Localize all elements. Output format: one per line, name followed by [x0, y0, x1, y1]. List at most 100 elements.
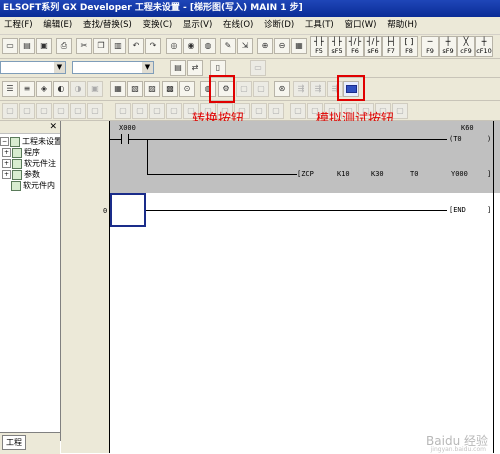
ladder-editor[interactable]: X000 K60 (T0 ) [ZCP K10 K30 T0 Y000 ] 0 … [61, 121, 500, 453]
device-search-icon[interactable]: ⊙ [179, 81, 195, 97]
menu-help[interactable]: 帮助(H) [383, 17, 421, 34]
check-program-icon[interactable]: ▢ [253, 81, 269, 97]
fkey-cf10[interactable]: ┼ cF10 [475, 36, 493, 57]
note-icon[interactable]: ▨ [144, 81, 160, 97]
menu-project[interactable]: 工程(F) [0, 17, 37, 34]
fkey-f7[interactable]: ├┤ F7 [382, 36, 400, 57]
operand-2: K30 [371, 170, 384, 178]
menu-diagnostics[interactable]: 诊断(D) [260, 17, 298, 34]
find-step-icon[interactable]: ◍ [200, 38, 216, 54]
redo-icon[interactable]: ↷ [145, 38, 161, 54]
edit-icon-16[interactable]: ▢ [268, 103, 284, 119]
tree-item-device-memory[interactable]: 软元件内 [0, 180, 60, 191]
read-plc-icon[interactable]: ⇲ [237, 38, 253, 54]
edit-icon-7[interactable]: ▢ [115, 103, 131, 119]
cut-icon[interactable]: ✂ [76, 38, 92, 54]
monitor-write-icon[interactable]: ▣ [87, 81, 103, 97]
fkey-f8[interactable]: [ ] F8 [400, 36, 418, 57]
project-panel-header: ✕ [0, 121, 60, 134]
chevron-down-icon: ▼ [54, 62, 65, 73]
step-gutter [61, 121, 109, 453]
edit-icon-10[interactable]: ▢ [166, 103, 182, 119]
program-list-icon[interactable]: ▤ [170, 60, 186, 76]
sequence-icon[interactable]: ⇶ [293, 81, 309, 97]
zoom-out-icon[interactable]: ⊖ [274, 38, 290, 54]
ladder-view-icon[interactable]: ☰ [2, 81, 18, 97]
fkey-f5[interactable]: ┤├ F5 [310, 36, 328, 57]
find-instruction-icon[interactable]: ◉ [183, 38, 199, 54]
fkey-cf9[interactable]: ╳ cF9 [457, 36, 475, 57]
step-jump-icon[interactable]: ⇄ [187, 60, 203, 76]
list-view-icon[interactable]: ≡ [19, 81, 35, 97]
tree-item-device-comment[interactable]: + 软元件注 [0, 158, 60, 169]
menu-online[interactable]: 在线(O) [219, 17, 257, 34]
collapse-icon[interactable]: − [0, 137, 9, 146]
expand-icon[interactable]: + [2, 170, 11, 179]
copy-icon[interactable]: ❐ [93, 38, 109, 54]
step-number: 0 [103, 207, 108, 215]
comment-icon[interactable]: ▯ [210, 60, 226, 76]
edit-icon-2[interactable]: ▢ [19, 103, 35, 119]
edit-icon-17[interactable]: ▢ [290, 103, 306, 119]
window-icon[interactable]: ▭ [250, 60, 266, 76]
simulation-button-highlight [337, 75, 365, 101]
zoom-icon[interactable]: ⊛ [274, 81, 290, 97]
edit-icon-4[interactable]: ▢ [53, 103, 69, 119]
program-dropdown[interactable]: ▼ [72, 61, 154, 74]
chevron-down-icon: ▼ [142, 62, 153, 73]
write-plc-icon[interactable]: ✎ [220, 38, 236, 54]
edit-icon-3[interactable]: ▢ [36, 103, 52, 119]
new-file-icon[interactable]: ▭ [2, 38, 18, 54]
tree-root[interactable]: − 工程未设置 [0, 136, 60, 147]
alias-icon[interactable]: ▩ [162, 81, 178, 97]
monitor-mode-icon[interactable]: ◈ [36, 81, 52, 97]
close-icon[interactable]: ✕ [49, 121, 57, 133]
tree-item-program[interactable]: + 程序 [0, 147, 60, 158]
menu-view[interactable]: 显示(V) [179, 17, 216, 34]
find-device-icon[interactable]: ◎ [166, 38, 182, 54]
rung-highlight [109, 121, 500, 193]
expand-icon[interactable]: + [2, 148, 11, 157]
statement-icon[interactable]: ▧ [127, 81, 143, 97]
undo-icon[interactable]: ↶ [128, 38, 144, 54]
edit-icon-15[interactable]: ▢ [251, 103, 267, 119]
rung-wire [109, 139, 121, 140]
left-bus-bar [109, 121, 110, 453]
menu-window[interactable]: 窗口(W) [340, 17, 380, 34]
fkey-sf9[interactable]: ┼ sF9 [439, 36, 457, 57]
menu-find-replace[interactable]: 查找/替换(S) [79, 17, 136, 34]
sequence2-icon[interactable]: ⇶ [310, 81, 326, 97]
expand-icon[interactable]: + [2, 159, 11, 168]
device-comment-icon[interactable]: ▦ [110, 81, 126, 97]
paste-icon[interactable]: ▥ [110, 38, 126, 54]
menu-convert[interactable]: 变换(C) [139, 17, 177, 34]
edit-icon-9[interactable]: ▢ [149, 103, 165, 119]
edit-icon-23[interactable]: ▢ [392, 103, 408, 119]
edit-icon-8[interactable]: ▢ [132, 103, 148, 119]
zoom-in-icon[interactable]: ⊕ [257, 38, 273, 54]
data-type-dropdown[interactable]: ▼ [0, 61, 66, 74]
open-folder-icon[interactable]: ▤ [19, 38, 35, 54]
edit-icon-1[interactable]: ▢ [2, 103, 18, 119]
tab-project[interactable]: 工程 [2, 435, 26, 450]
tree-item-parameter[interactable]: + 参数 [0, 169, 60, 180]
fkey-sf5[interactable]: ┤├ sF5 [328, 36, 346, 57]
fkey-sf6[interactable]: ┤/├ sF6 [364, 36, 382, 57]
menu-tools[interactable]: 工具(T) [301, 17, 338, 34]
read-mode-icon[interactable]: ◐ [53, 81, 69, 97]
end-instruction: [END [449, 206, 466, 214]
right-bus-bar [493, 121, 494, 453]
edit-cursor[interactable] [110, 193, 146, 227]
print-icon[interactable]: ⎙ [56, 38, 72, 54]
fkey-f9[interactable]: ─ F9 [421, 36, 439, 57]
write-mode-icon[interactable]: ◑ [70, 81, 86, 97]
menu-edit[interactable]: 编辑(E) [39, 17, 76, 34]
fkey-f6[interactable]: ┤/├ F6 [346, 36, 364, 57]
instruction-close: ] [487, 170, 492, 178]
panel-tab-bar: 工程 [0, 432, 60, 454]
edit-icon-5[interactable]: ▢ [70, 103, 86, 119]
save-icon[interactable]: ▣ [36, 38, 52, 54]
edit-icon-6[interactable]: ▢ [87, 103, 103, 119]
monitor-icon[interactable]: ▦ [291, 38, 307, 54]
convert-all-icon[interactable]: ▢ [236, 81, 252, 97]
